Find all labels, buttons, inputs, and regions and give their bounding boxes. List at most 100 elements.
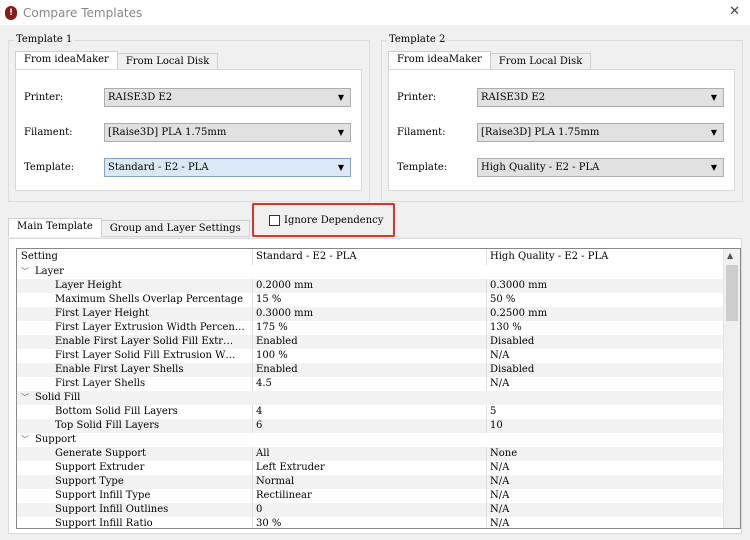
- setting-name: First Layer Shells: [17, 377, 253, 391]
- vertical-scrollbar[interactable]: ▲: [723, 249, 740, 528]
- tab-from-ideamaker[interactable]: From ideaMaker: [15, 51, 118, 70]
- close-icon[interactable]: ✕: [729, 4, 740, 19]
- selected-value: [Raise3D] PLA 1.75mm: [481, 127, 600, 138]
- setting-name: Bottom Solid Fill Layers: [17, 405, 253, 419]
- table-row[interactable]: First Layer Height 0.3000 mm 0.2500 mm: [17, 307, 740, 321]
- selected-value: High Quality - E2 - PLA: [481, 162, 600, 173]
- table-header: Setting Standard - E2 - PLA High Quality…: [17, 249, 740, 265]
- ignore-dependency-checkbox[interactable]: Ignore Dependency: [252, 203, 395, 237]
- tab-main-template[interactable]: Main Template: [8, 218, 102, 237]
- template2-value: N/A: [490, 518, 510, 529]
- table-row[interactable]: Support Infill Outlines 0 N/A: [17, 503, 740, 517]
- template2-value: N/A: [490, 504, 510, 515]
- table-row[interactable]: First Layer Shells 4.5 N/A: [17, 377, 740, 391]
- section-label: Solid Fill: [35, 392, 81, 403]
- template1-value: Left Extruder: [253, 461, 487, 475]
- template2-value: N/A: [490, 462, 510, 473]
- template-label: Template:: [24, 162, 75, 173]
- filament-select[interactable]: [Raise3D] PLA 1.75mm ▼: [477, 123, 724, 142]
- dropdown-arrow-icon: ▼: [710, 93, 717, 102]
- section-label: Layer: [35, 266, 64, 277]
- setting-name: Top Solid Fill Layers: [17, 419, 253, 433]
- template2-value: None: [490, 448, 518, 459]
- filament-select[interactable]: [Raise3D] PLA 1.75mm ▼: [104, 123, 351, 142]
- setting-name: Layer Height: [17, 279, 253, 293]
- header-template2[interactable]: High Quality - E2 - PLA: [487, 249, 721, 265]
- dropdown-arrow-icon: ▼: [710, 128, 717, 137]
- header-setting[interactable]: Setting: [17, 249, 253, 265]
- selected-value: RAISE3D E2: [108, 92, 173, 103]
- printer-select[interactable]: RAISE3D E2 ▼: [104, 88, 351, 107]
- template2-value: 10: [490, 420, 503, 431]
- setting-name: First Layer Height: [17, 307, 253, 321]
- template1-value: 0.3000 mm: [253, 307, 487, 321]
- section-row[interactable]: ﹀ Support: [17, 433, 740, 447]
- printer-select[interactable]: RAISE3D E2 ▼: [477, 88, 724, 107]
- setting-name: Enable First Layer Solid Fill Extr…: [17, 335, 253, 349]
- setting-name: Support Extruder: [17, 461, 253, 475]
- filament-label: Filament:: [24, 127, 73, 138]
- template1-value: 0.2000 mm: [253, 279, 487, 293]
- template1-value: Normal: [253, 475, 487, 489]
- template-select[interactable]: High Quality - E2 - PLA ▼: [477, 158, 724, 177]
- window-title: Compare Templates: [23, 5, 143, 20]
- section-label: Support: [35, 434, 76, 445]
- section-row[interactable]: ﹀ Solid Fill: [17, 391, 740, 405]
- tab-from-local-disk[interactable]: From Local Disk: [116, 53, 219, 70]
- template1-group: Template 1 From ideaMaker From Local Dis…: [8, 34, 370, 202]
- table-row[interactable]: Support Infill Ratio 30 % N/A: [17, 517, 740, 529]
- template2-value: N/A: [490, 378, 510, 389]
- table-row[interactable]: First Layer Extrusion Width Percen… 175 %…: [17, 321, 740, 335]
- printer-label: Printer:: [397, 92, 437, 103]
- app-logo-icon: !: [5, 5, 17, 20]
- template1-value: Enabled: [253, 335, 487, 349]
- template2-value: N/A: [490, 476, 510, 487]
- table-row[interactable]: Enable First Layer Solid Fill Extr… Enabl…: [17, 335, 740, 349]
- printer-label: Printer:: [24, 92, 64, 103]
- template2-value: N/A: [490, 350, 510, 361]
- template-select[interactable]: Standard - E2 - PLA ▼: [104, 158, 351, 177]
- template1-value: All: [253, 447, 487, 461]
- setting-name: First Layer Solid Fill Extrusion W…: [17, 349, 253, 363]
- scroll-up-icon[interactable]: ▲: [727, 251, 733, 260]
- dropdown-arrow-icon: ▼: [710, 163, 717, 172]
- template2-value: Disabled: [490, 336, 535, 347]
- group-label: Template 2: [387, 34, 448, 45]
- table-row[interactable]: Bottom Solid Fill Layers 4 5: [17, 405, 740, 419]
- table-row[interactable]: Layer Height 0.2000 mm 0.3000 mm: [17, 279, 740, 293]
- table-row[interactable]: Support Type Normal N/A: [17, 475, 740, 489]
- section-row[interactable]: ﹀ Layer: [17, 265, 740, 279]
- table-row[interactable]: Top Solid Fill Layers 6 10: [17, 419, 740, 433]
- chevron-down-icon[interactable]: ﹀: [21, 393, 29, 402]
- selected-value: [Raise3D] PLA 1.75mm: [108, 127, 227, 138]
- filament-label: Filament:: [397, 127, 446, 138]
- chevron-down-icon[interactable]: ﹀: [21, 267, 29, 276]
- table-row[interactable]: First Layer Solid Fill Extrusion W… 100 %…: [17, 349, 740, 363]
- setting-name: Support Infill Outlines: [17, 503, 253, 517]
- template1-value: 15 %: [253, 293, 487, 307]
- selected-value: RAISE3D E2: [481, 92, 546, 103]
- main-template-panel: Setting Standard - E2 - PLA High Quality…: [8, 238, 742, 534]
- template2-value: 0.3000 mm: [490, 280, 548, 291]
- template2-value: Disabled: [490, 364, 535, 375]
- template2-value: 5: [490, 406, 497, 417]
- setting-name: First Layer Extrusion Width Percen…: [17, 321, 253, 335]
- table-row[interactable]: Generate Support All None: [17, 447, 740, 461]
- table-row[interactable]: Support Infill Type Rectilinear N/A: [17, 489, 740, 503]
- scrollbar-thumb[interactable]: [726, 265, 738, 321]
- table-row[interactable]: Enable First Layer Shells Enabled Disabled: [17, 363, 740, 377]
- table-row[interactable]: Maximum Shells Overlap Percentage 15 % 50 …: [17, 293, 740, 307]
- tab-group-layer-settings[interactable]: Group and Layer Settings: [100, 220, 250, 237]
- checkbox-box[interactable]: [269, 214, 280, 226]
- template2-group: Template 2 From ideaMaker From Local Dis…: [381, 34, 743, 202]
- template2-value: 130 %: [490, 322, 522, 333]
- setting-name: Support Type: [17, 475, 253, 489]
- dropdown-arrow-icon: ▼: [337, 93, 344, 102]
- tab-from-ideamaker[interactable]: From ideaMaker: [388, 51, 491, 70]
- settings-table: Setting Standard - E2 - PLA High Quality…: [16, 248, 741, 529]
- table-row[interactable]: Support Extruder Left Extruder N/A: [17, 461, 740, 475]
- tab-from-local-disk[interactable]: From Local Disk: [489, 53, 592, 70]
- setting-name: Enable First Layer Shells: [17, 363, 253, 377]
- header-template1[interactable]: Standard - E2 - PLA: [253, 249, 487, 265]
- chevron-down-icon[interactable]: ﹀: [21, 435, 29, 444]
